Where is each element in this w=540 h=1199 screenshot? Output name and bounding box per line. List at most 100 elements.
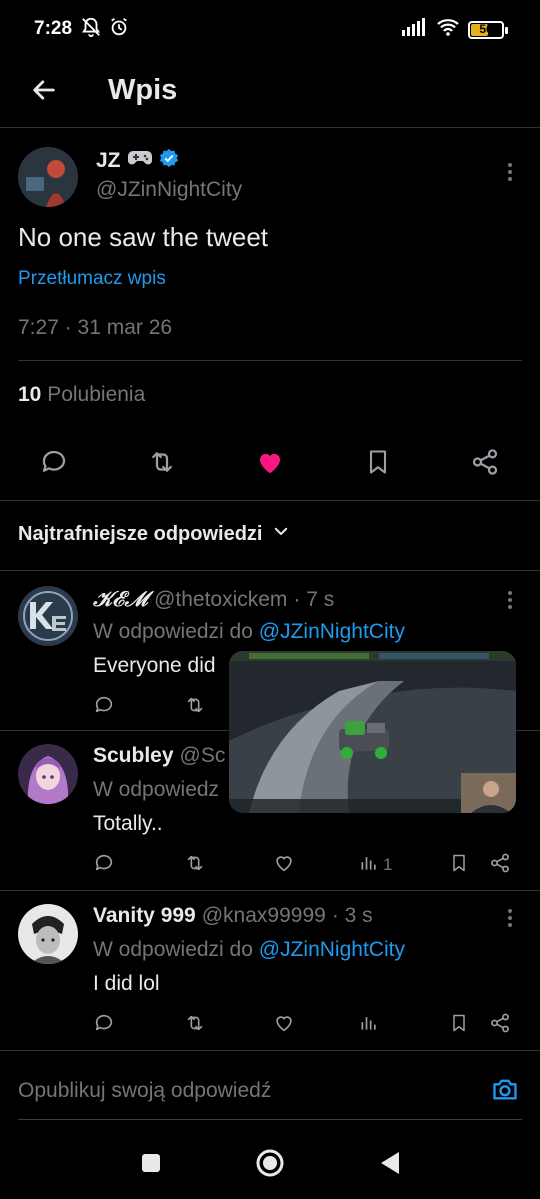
reply-views-button[interactable] [359, 1010, 379, 1040]
wifi-icon [436, 18, 460, 41]
author-name[interactable]: JZ [96, 149, 121, 173]
reply-author-name[interactable]: Scubley [93, 744, 174, 768]
more-dot [508, 923, 512, 927]
reply-avatar[interactable] [18, 586, 78, 646]
reply-like-button[interactable] [273, 850, 295, 880]
reply-time: · 7 s [293, 588, 335, 611]
retweet-icon [183, 1012, 207, 1039]
battery-level-text: 56 [479, 21, 493, 36]
more-dot [508, 163, 512, 167]
tweet-text: No one saw the tweet [18, 222, 269, 252]
reply-bookmark-button[interactable] [449, 1010, 469, 1040]
bookmark-icon [449, 852, 469, 879]
camera-button[interactable] [490, 1075, 520, 1108]
share-icon [489, 852, 511, 879]
reply-header: 𝒦ℰℳ @thetoxickem · 7 s [93, 586, 334, 612]
more-dot [508, 598, 512, 602]
system-back-button[interactable] [372, 1148, 406, 1182]
reply-comment-button[interactable] [93, 850, 115, 880]
comment-icon [93, 852, 115, 879]
reply-comment-button[interactable] [93, 692, 115, 722]
reply-author-handle[interactable]: @thetoxickem [154, 588, 287, 612]
reply-like-button[interactable] [273, 1010, 295, 1040]
status-right-icons: 56 [402, 18, 508, 41]
back-button[interactable] [24, 72, 64, 112]
share-button[interactable] [469, 448, 501, 480]
bookmark-icon [364, 447, 392, 482]
translate-link[interactable]: Przetłumacz wpis [18, 268, 166, 290]
reply-header: Scubley @Sc [93, 744, 225, 768]
reply-author-handle[interactable]: @Sc [180, 744, 226, 768]
reply-views-count: 1 [383, 855, 393, 874]
system-nav-bar [0, 1130, 540, 1199]
retweet-icon [183, 694, 207, 721]
likes-summary[interactable]: 10 Polubienia [18, 383, 145, 407]
reply-item[interactable]: Vanity 999 @knax99999 · 3 s W odpowiedzi… [0, 892, 540, 1048]
replying-prefix: W odpowiedzi do [93, 620, 253, 643]
chevron-down-icon [272, 522, 290, 546]
reply-button[interactable] [38, 448, 70, 480]
replies-sort-dropdown[interactable]: Najtrafniejsze odpowiedzi [18, 522, 290, 546]
compose-reply-input[interactable] [18, 1079, 438, 1103]
replying-to-mention[interactable]: @JZinNightCity [259, 938, 405, 961]
more-dot [508, 591, 512, 595]
author-handle[interactable]: @JZinNightCity [96, 178, 242, 202]
likes-count: 10 [18, 383, 42, 406]
like-button[interactable] [254, 448, 286, 480]
square-icon [140, 1152, 162, 1179]
reply-header: Vanity 999 @knax99999 · 3 s [93, 904, 373, 928]
more-dot [508, 170, 512, 174]
triangle-back-icon [377, 1150, 401, 1181]
reply-time: · 3 s [331, 904, 373, 927]
reply-more-button[interactable] [498, 588, 522, 612]
reply-author-name[interactable]: Vanity 999 [93, 904, 196, 928]
reply-text: I did lol [93, 972, 160, 995]
reply-views-button[interactable]: 1 [359, 850, 392, 880]
views-chart-icon [359, 853, 379, 878]
compose-reply-bar [0, 1050, 540, 1120]
author-avatar[interactable] [18, 147, 78, 207]
avatar-image [18, 744, 78, 804]
game-stream-frame [229, 651, 516, 813]
replying-to-mention[interactable]: @JZinNightCity [259, 620, 405, 643]
battery-tip [505, 26, 508, 34]
reply-text: Everyone did [93, 654, 216, 677]
reply-retweet-button[interactable] [183, 692, 207, 722]
comment-icon [93, 1012, 115, 1039]
bookmark-button[interactable] [362, 448, 394, 480]
more-dot [508, 605, 512, 609]
top-bar: Wpis [0, 60, 540, 128]
replies-sort-label: Najtrafniejsze odpowiedzi [18, 522, 263, 545]
reply-avatar[interactable] [18, 744, 78, 804]
replying-prefix: W odpowiedz [93, 778, 220, 801]
more-dot [508, 916, 512, 920]
pip-video-overlay[interactable] [229, 651, 516, 813]
reply-author-handle[interactable]: @knax99999 [202, 904, 326, 928]
heart-icon [273, 1012, 295, 1039]
home-button[interactable] [253, 1148, 287, 1182]
bookmark-icon [449, 1012, 469, 1039]
compose-underline [18, 1119, 522, 1120]
reply-action-bar [93, 1010, 523, 1040]
reply-share-button[interactable] [489, 850, 511, 880]
reply-retweet-button[interactable] [183, 850, 207, 880]
avatar-image [18, 586, 78, 646]
views-chart-icon [359, 1013, 379, 1038]
tweet-timestamp[interactable]: 7:27 · 31 mar 26 [18, 316, 172, 340]
reply-share-button[interactable] [489, 1010, 511, 1040]
reply-bookmark-button[interactable] [449, 850, 469, 880]
retweet-button[interactable] [146, 448, 178, 480]
recents-button[interactable] [134, 1148, 168, 1182]
divider [0, 500, 540, 501]
status-left-icons [80, 16, 130, 43]
tweet-more-button[interactable] [498, 160, 522, 184]
arrow-left-icon [30, 76, 58, 109]
more-dot [508, 177, 512, 181]
reply-author-name[interactable]: 𝒦ℰℳ [93, 586, 148, 612]
battery-indicator: 56 [468, 20, 508, 39]
status-bar: 7:28 56 [0, 0, 540, 60]
reply-avatar[interactable] [18, 904, 78, 964]
reply-comment-button[interactable] [93, 1010, 115, 1040]
reply-more-button[interactable] [498, 906, 522, 930]
reply-retweet-button[interactable] [183, 1010, 207, 1040]
